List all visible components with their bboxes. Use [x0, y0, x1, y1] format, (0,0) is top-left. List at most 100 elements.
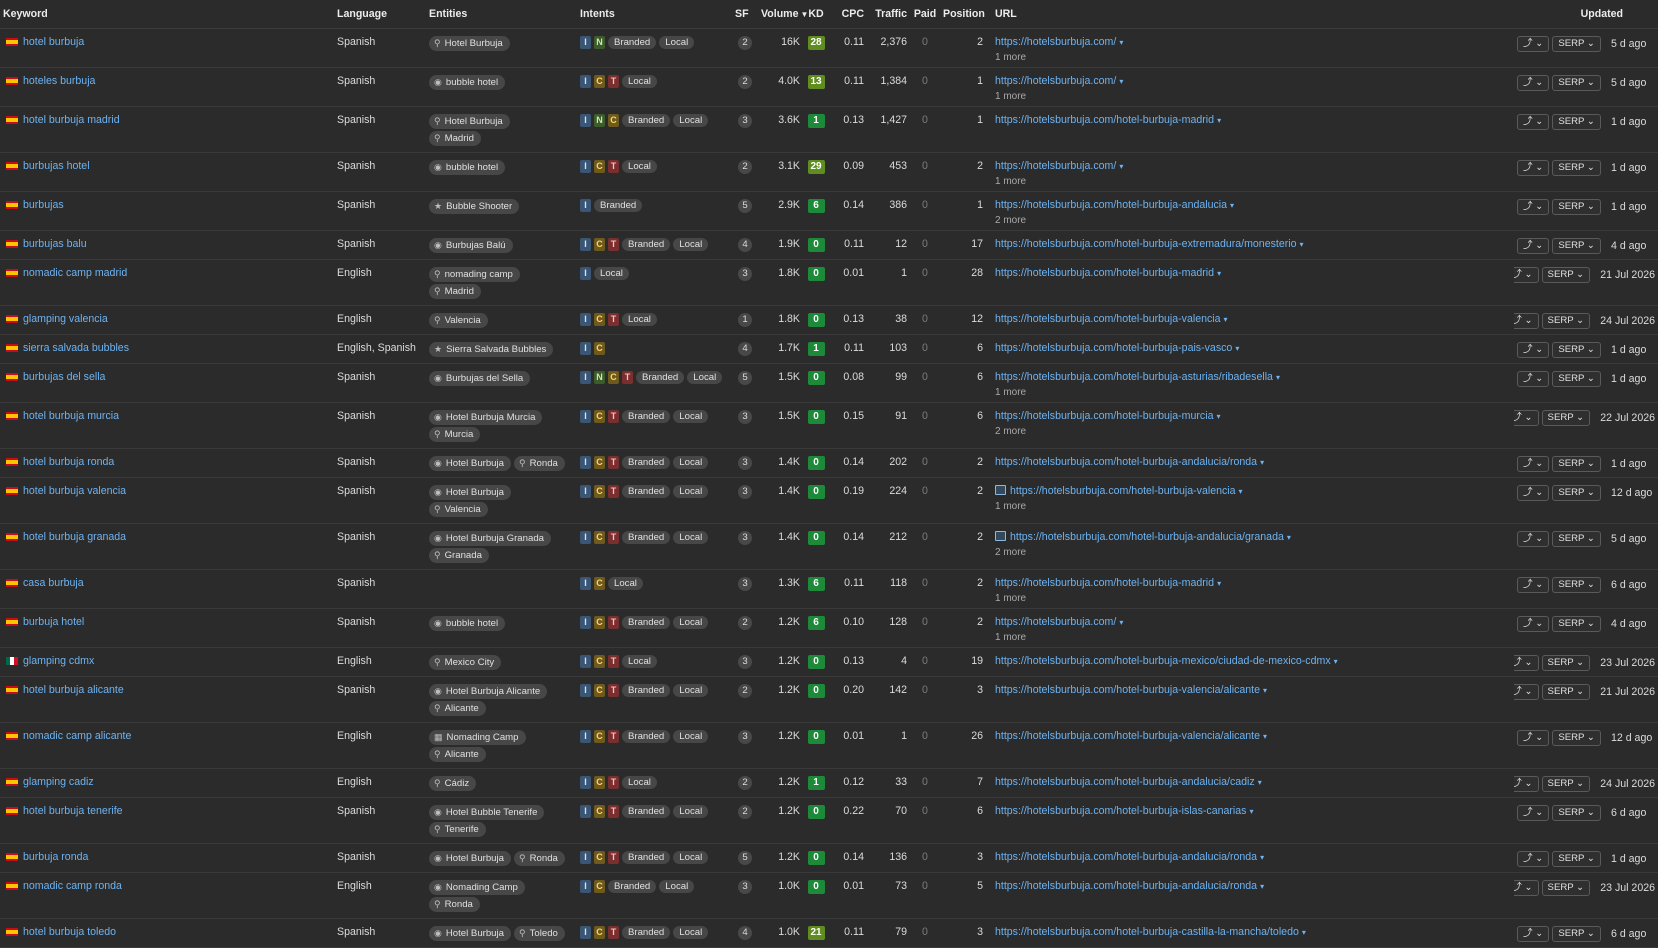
serp-button[interactable]: SERP ⌄: [1552, 199, 1601, 215]
keyword-link[interactable]: hotel burbuja valencia: [23, 485, 126, 497]
keyword-link[interactable]: sierra salvada bubbles: [23, 342, 129, 354]
col-intents[interactable]: Intents: [577, 0, 732, 29]
entity-chip[interactable]: ⚲ Hotel Burbuja: [429, 114, 510, 129]
chevron-down-icon[interactable]: ▾: [1224, 315, 1228, 324]
trend-button[interactable]: ⤴ ⌄: [1517, 577, 1550, 593]
entity-chip[interactable]: ◉ Hotel Burbuja: [429, 456, 511, 471]
serp-button[interactable]: SERP ⌄: [1552, 238, 1601, 254]
col-language[interactable]: Language: [334, 0, 426, 29]
col-updated[interactable]: Updated: [1514, 0, 1658, 29]
entity-chip[interactable]: ⚲ nomading camp: [429, 267, 520, 282]
trend-button[interactable]: ⤴ ⌄: [1517, 75, 1550, 91]
entity-chip[interactable]: ◉ Hotel Bubble Tenerife: [429, 805, 545, 820]
serp-button[interactable]: SERP ⌄: [1541, 880, 1591, 896]
serp-button[interactable]: SERP ⌄: [1552, 730, 1601, 746]
entity-chip[interactable]: ⚲ Ronda: [429, 897, 480, 912]
col-entities[interactable]: Entities: [426, 0, 577, 29]
serp-features-count[interactable]: 3: [738, 114, 752, 128]
chevron-down-icon[interactable]: ▾: [1300, 240, 1304, 249]
trend-button[interactable]: ⤴ ⌄: [1517, 851, 1550, 867]
col-keyword[interactable]: Keyword: [0, 0, 334, 29]
serp-features-count[interactable]: 3: [738, 531, 752, 545]
chevron-down-icon[interactable]: ▾: [1119, 38, 1123, 47]
more-urls-link[interactable]: 1 more: [995, 176, 1511, 187]
entity-chip[interactable]: ◉ Hotel Burbuja: [429, 485, 511, 500]
keyword-link[interactable]: burbujas hotel: [23, 160, 90, 172]
trend-button[interactable]: ⤴ ⌄: [1517, 926, 1550, 942]
serp-features-count[interactable]: 5: [738, 199, 752, 213]
trend-button[interactable]: ⤴ ⌄: [1514, 880, 1539, 896]
more-urls-link[interactable]: 1 more: [995, 632, 1511, 643]
serp-features-count[interactable]: 5: [738, 371, 752, 385]
entity-chip[interactable]: ⚲ Valencia: [429, 313, 488, 328]
keyword-link[interactable]: hotel burbuja murcia: [23, 410, 119, 422]
chevron-down-icon[interactable]: ▾: [1302, 928, 1306, 937]
trend-button[interactable]: ⤴ ⌄: [1517, 371, 1550, 387]
trend-button[interactable]: ⤴ ⌄: [1514, 313, 1539, 329]
trend-button[interactable]: ⤴ ⌄: [1514, 684, 1539, 700]
url-link[interactable]: https://hotelsburbuja.com/hotel-burbuja-…: [995, 313, 1221, 325]
chevron-down-icon[interactable]: ▾: [1239, 487, 1243, 496]
entity-chip[interactable]: ⚲ Alicante: [429, 701, 486, 716]
chevron-down-icon[interactable]: ▾: [1260, 882, 1264, 891]
entity-chip[interactable]: ⚲ Tenerife: [429, 822, 486, 837]
keyword-link[interactable]: hotel burbuja alicante: [23, 684, 124, 696]
serp-features-count[interactable]: 2: [738, 776, 752, 790]
entity-chip[interactable]: ⚲ Toledo: [514, 926, 565, 941]
trend-button[interactable]: ⤴ ⌄: [1517, 342, 1550, 358]
serp-features-count[interactable]: 4: [738, 342, 752, 356]
trend-button[interactable]: ⤴ ⌄: [1517, 485, 1550, 501]
trend-button[interactable]: ⤴ ⌄: [1514, 410, 1539, 426]
url-link[interactable]: https://hotelsburbuja.com/hotel-burbuja-…: [995, 267, 1214, 279]
url-link[interactable]: https://hotelsburbuja.com/hotel-burbuja-…: [995, 880, 1257, 892]
url-link[interactable]: https://hotelsburbuja.com/: [995, 36, 1116, 48]
keyword-link[interactable]: hotel burbuja madrid: [23, 114, 120, 126]
entity-chip[interactable]: ⚲ Ronda: [514, 851, 565, 866]
trend-button[interactable]: ⤴ ⌄: [1517, 805, 1550, 821]
col-url[interactable]: URL: [986, 0, 1514, 29]
chevron-down-icon[interactable]: ▾: [1334, 657, 1338, 666]
entity-chip[interactable]: ⚲ Valencia: [429, 502, 488, 517]
serp-button[interactable]: SERP ⌄: [1552, 926, 1601, 942]
url-link[interactable]: https://hotelsburbuja.com/: [995, 616, 1116, 628]
serp-button[interactable]: SERP ⌄: [1541, 410, 1591, 426]
entity-chip[interactable]: ⚲ Madrid: [429, 284, 481, 299]
entity-chip[interactable]: ◉ Hotel Burbuja: [429, 926, 511, 941]
trend-button[interactable]: ⤴ ⌄: [1517, 238, 1550, 254]
chevron-down-icon[interactable]: ▾: [1119, 618, 1123, 627]
trend-button[interactable]: ⤴ ⌄: [1517, 199, 1550, 215]
keyword-link[interactable]: hotel burbuja granada: [23, 531, 126, 543]
keyword-link[interactable]: hotel burbuja toledo: [23, 926, 116, 938]
entity-chip[interactable]: ⚲ Cádiz: [429, 776, 477, 791]
serp-features-count[interactable]: 3: [738, 410, 752, 424]
keyword-link[interactable]: nomadic camp ronda: [23, 880, 122, 892]
serp-features-count[interactable]: 3: [738, 267, 752, 281]
serp-features-count[interactable]: 4: [738, 238, 752, 252]
url-link[interactable]: https://hotelsburbuja.com/hotel-burbuja-…: [995, 851, 1257, 863]
more-urls-link[interactable]: 2 more: [995, 547, 1511, 558]
serp-button[interactable]: SERP ⌄: [1541, 313, 1591, 329]
url-link[interactable]: https://hotelsburbuja.com/hotel-burbuja-…: [995, 371, 1273, 383]
entity-chip[interactable]: ◉ bubble hotel: [429, 160, 506, 175]
keyword-link[interactable]: burbuja ronda: [23, 851, 88, 863]
trend-button[interactable]: ⤴ ⌄: [1517, 531, 1550, 547]
url-link[interactable]: https://hotelsburbuja.com/hotel-burbuja-…: [995, 684, 1260, 696]
trend-button[interactable]: ⤴ ⌄: [1517, 160, 1550, 176]
url-link[interactable]: https://hotelsburbuja.com/hotel-burbuja-…: [995, 730, 1260, 742]
chevron-down-icon[interactable]: ▾: [1276, 373, 1280, 382]
chevron-down-icon[interactable]: ▾: [1217, 269, 1221, 278]
entity-chip[interactable]: ◉ Hotel Burbuja Alicante: [429, 684, 548, 699]
col-traffic[interactable]: Traffic: [867, 0, 910, 29]
more-urls-link[interactable]: 1 more: [995, 91, 1511, 102]
trend-button[interactable]: ⤴ ⌄: [1517, 456, 1550, 472]
url-link[interactable]: https://hotelsburbuja.com/: [995, 75, 1116, 87]
more-urls-link[interactable]: 1 more: [995, 52, 1511, 63]
serp-features-count[interactable]: 2: [738, 36, 752, 50]
entity-chip[interactable]: ◉ Nomading Camp: [429, 880, 525, 895]
url-link[interactable]: https://hotelsburbuja.com/hotel-burbuja-…: [995, 114, 1214, 126]
url-link[interactable]: https://hotelsburbuja.com/: [995, 160, 1116, 172]
keyword-link[interactable]: burbuja hotel: [23, 616, 84, 628]
col-cpc[interactable]: CPC: [829, 0, 867, 29]
chevron-down-icon[interactable]: ▾: [1260, 458, 1264, 467]
url-link[interactable]: https://hotelsburbuja.com/hotel-burbuja-…: [1010, 531, 1284, 543]
